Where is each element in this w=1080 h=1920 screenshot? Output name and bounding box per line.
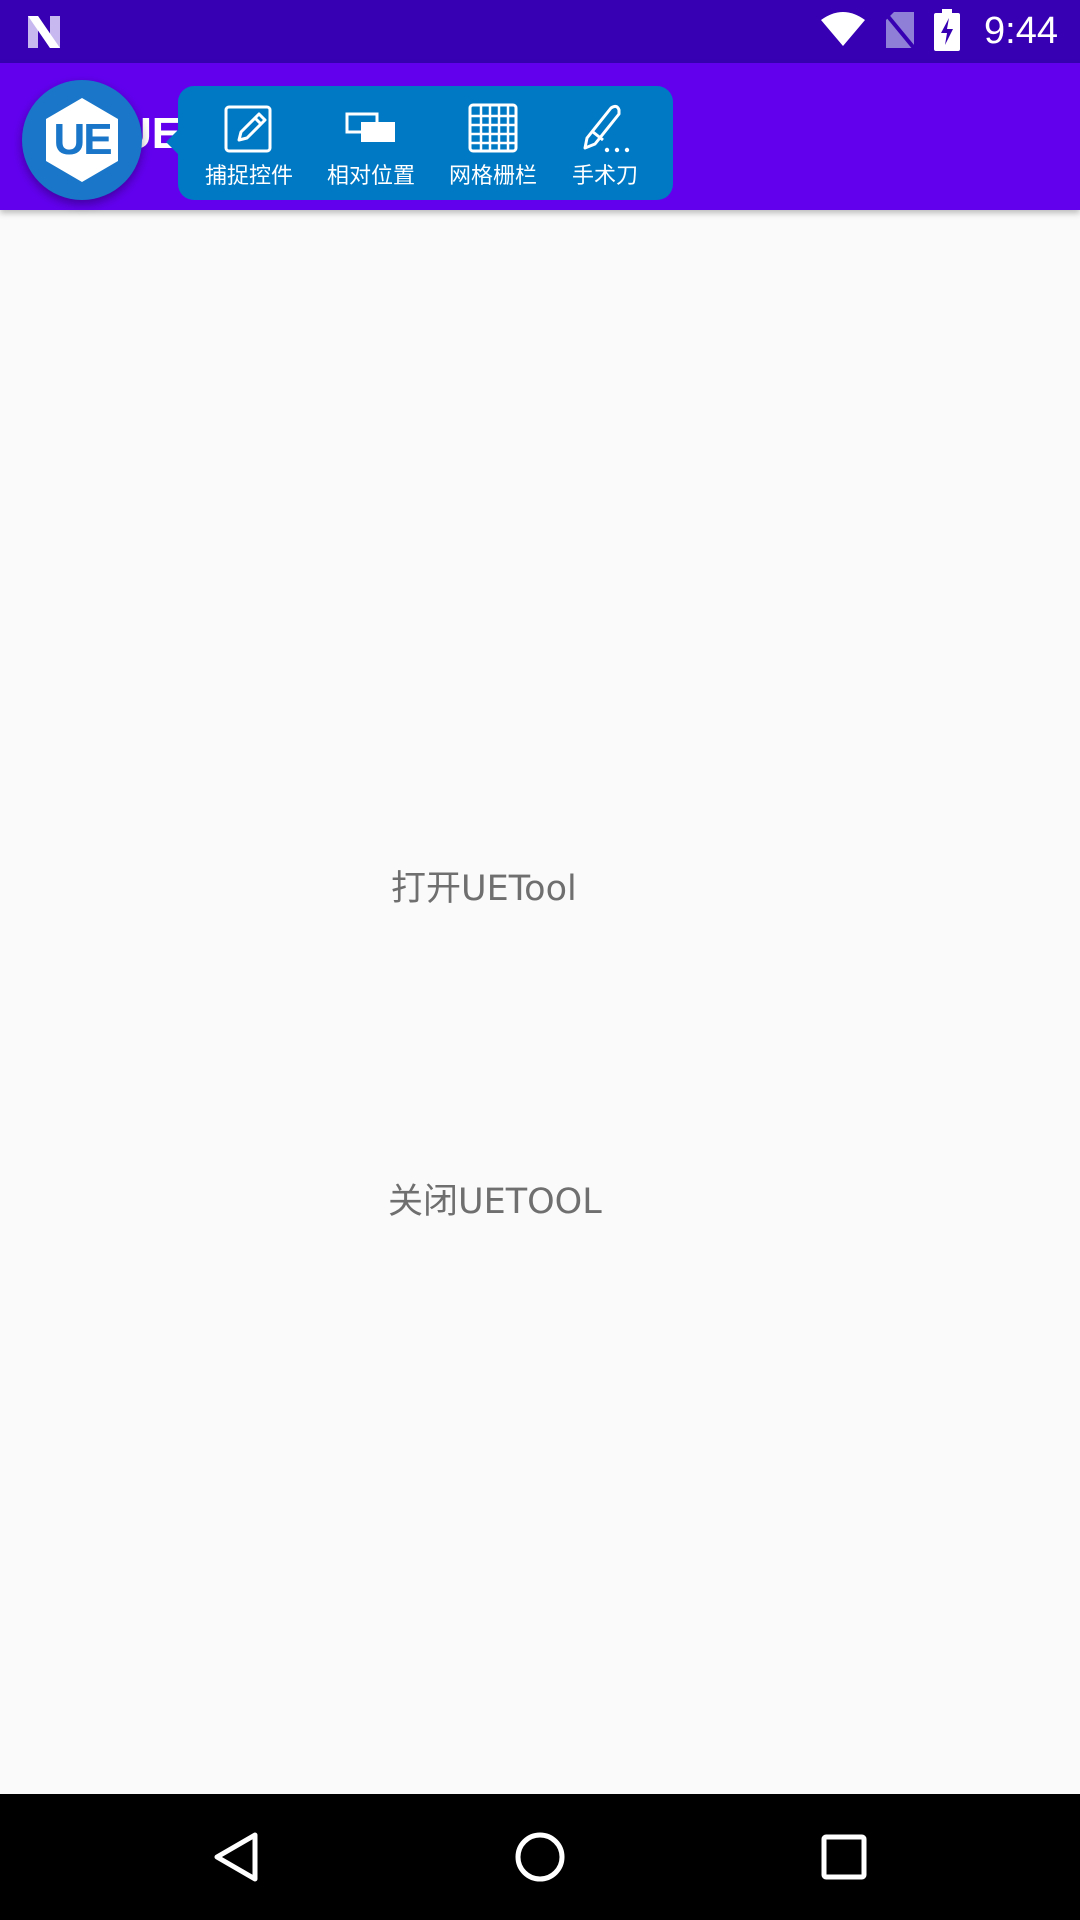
menu-item-label: 相对位置 <box>326 164 415 189</box>
wifi-icon <box>820 11 866 52</box>
navigation-bar <box>0 1794 1080 1920</box>
grid-icon <box>468 103 518 153</box>
menu-item-scalpel[interactable]: 手术刀 <box>550 86 660 200</box>
back-icon <box>214 1832 258 1882</box>
menu-item-capture[interactable]: 捕捉控件 <box>194 86 304 200</box>
home-icon <box>515 1832 565 1882</box>
menu-item-label: 手术刀 <box>571 164 638 189</box>
status-time: 9:44 <box>984 10 1058 52</box>
edit-pencil-icon <box>224 105 272 153</box>
menu-item-label: 网格栅栏 <box>448 164 537 189</box>
menu-pointer <box>166 128 180 156</box>
menu-item-grid[interactable]: 网格栅栏 <box>438 86 548 200</box>
battery-charging-icon <box>934 8 961 55</box>
menu-item-relative-position[interactable]: 相对位置 <box>316 86 426 200</box>
ue-label: UE <box>53 115 112 164</box>
notification-n-icon <box>24 12 64 56</box>
menu-item-label: 捕捉控件 <box>204 164 293 189</box>
overlap-rectangles-icon <box>345 112 395 142</box>
recents-button[interactable] <box>784 1794 904 1920</box>
recents-icon <box>821 1834 867 1880</box>
open-uetool-button[interactable]: 打开UETool <box>391 860 577 911</box>
uetool-menu: 捕捉控件 相对位置 网格栅栏 手术刀 <box>166 86 673 200</box>
no-sim-icon <box>884 10 916 54</box>
uetool-floating-button[interactable]: UE <box>22 80 142 200</box>
back-button[interactable] <box>176 1794 296 1920</box>
scalpel-icon <box>583 104 630 153</box>
home-button[interactable] <box>480 1794 600 1920</box>
status-bar: 9:44 <box>0 0 1080 63</box>
close-uetool-button[interactable]: 关闭UETOOL <box>388 1173 602 1224</box>
